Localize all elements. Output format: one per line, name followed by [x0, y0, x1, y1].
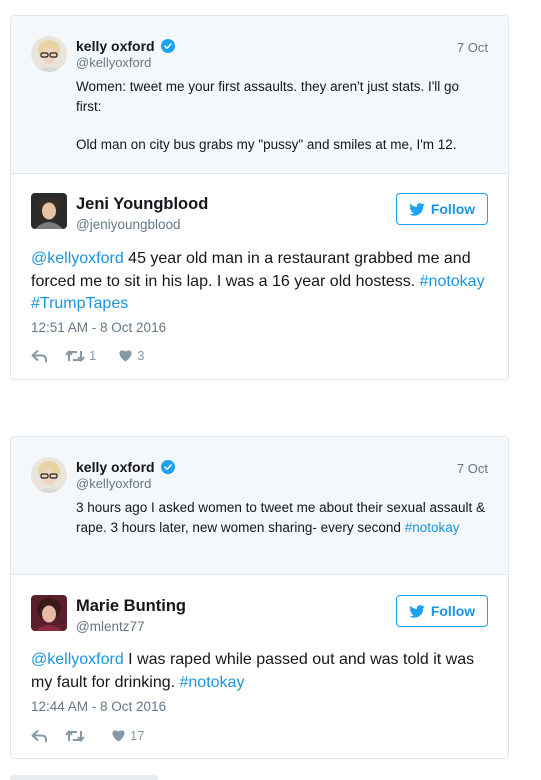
follow-button[interactable]: Follow [396, 193, 488, 225]
quoted-author-handle[interactable]: @kellyoxford [76, 55, 151, 70]
author-handle[interactable]: @jeniyoungblood [76, 217, 181, 232]
tweet: Marie Bunting @mlentz77 Follow @kellyoxf… [11, 575, 508, 758]
hashtag-link[interactable]: #notokay [180, 674, 245, 691]
retweet-count: 1 [89, 348, 97, 363]
author-handle[interactable]: @mlentz77 [76, 619, 144, 634]
quoted-tweet-text: 3 hours ago I asked women to tweet me ab… [76, 498, 488, 537]
like-button[interactable]: 3 [118, 348, 144, 363]
tweet-text: @kellyoxford I was raped while passed ou… [31, 649, 488, 694]
tweet-timestamp[interactable]: 12:44 AM - 8 Oct 2016 [31, 699, 166, 714]
author-name-text: kelly oxford [76, 38, 155, 54]
hashtag-link[interactable]: #TrumpTapes [31, 295, 128, 312]
avatar[interactable] [31, 595, 67, 631]
retweet-icon [65, 349, 85, 362]
heart-icon [112, 730, 125, 742]
reply-icon [31, 729, 47, 742]
verified-badge-icon [160, 39, 175, 53]
author-name[interactable]: Marie Bunting [76, 597, 186, 616]
follow-button[interactable]: Follow [396, 595, 488, 627]
follow-label: Follow [430, 603, 476, 619]
retweet-button[interactable]: 1 [65, 348, 96, 363]
embedded-tweet-card: kelly oxford @kellyoxford 7 Oct 3 hours … [10, 436, 509, 759]
like-count: 17 [130, 728, 145, 743]
quoted-date[interactable]: 7 Oct [457, 461, 488, 476]
next-embed-edge [10, 775, 158, 780]
mention-link[interactable]: @kellyoxford [31, 651, 124, 668]
reply-button[interactable] [31, 349, 48, 363]
tweet-actions: 17 [31, 728, 144, 743]
quoted-date[interactable]: 7 Oct [457, 40, 488, 55]
avatar[interactable] [31, 457, 67, 493]
tweet: Jeni Youngblood @jeniyoungblood Follow @… [11, 174, 508, 379]
quoted-author-name[interactable]: kelly oxford [76, 459, 175, 475]
hashtag-link[interactable]: #notokay [420, 273, 485, 290]
tweet-actions: 1 3 [31, 348, 144, 363]
heart-icon [119, 350, 132, 362]
reply-icon [31, 349, 47, 362]
avatar[interactable] [31, 36, 67, 72]
reply-button[interactable] [31, 729, 48, 743]
quoted-author-name[interactable]: kelly oxford [76, 38, 175, 54]
quoted-author-handle[interactable]: @kellyoxford [76, 476, 151, 491]
quoted-text-paragraph: Old man on city bus grabs my "pussy" and… [76, 137, 457, 152]
like-count: 3 [137, 348, 145, 363]
quoted-text-paragraph: Women: tweet me your first assaults. the… [76, 79, 460, 114]
retweet-button[interactable] [65, 729, 89, 743]
twitter-bird-icon [409, 604, 425, 618]
avatar[interactable] [31, 193, 67, 229]
follow-label: Follow [430, 201, 476, 217]
mention-link[interactable]: @kellyoxford [31, 250, 124, 267]
quoted-tweet[interactable]: kelly oxford @kellyoxford 7 Oct 3 hours … [11, 437, 508, 575]
twitter-bird-icon [409, 202, 425, 216]
author-name-text: kelly oxford [76, 459, 155, 475]
quoted-tweet-text: Women: tweet me your first assaults. the… [76, 77, 488, 155]
verified-badge-icon [160, 460, 175, 474]
retweet-icon [65, 729, 85, 742]
tweet-text: @kellyoxford 45 year old man in a restau… [31, 248, 488, 316]
hashtag-link[interactable]: #notokay [405, 520, 460, 535]
like-button[interactable]: 17 [111, 728, 144, 743]
author-name[interactable]: Jeni Youngblood [76, 195, 208, 214]
quoted-tweet[interactable]: kelly oxford @kellyoxford 7 Oct Women: t… [11, 16, 508, 174]
tweet-timestamp[interactable]: 12:51 AM - 8 Oct 2016 [31, 320, 166, 335]
embedded-tweet-card: kelly oxford @kellyoxford 7 Oct Women: t… [10, 15, 509, 380]
